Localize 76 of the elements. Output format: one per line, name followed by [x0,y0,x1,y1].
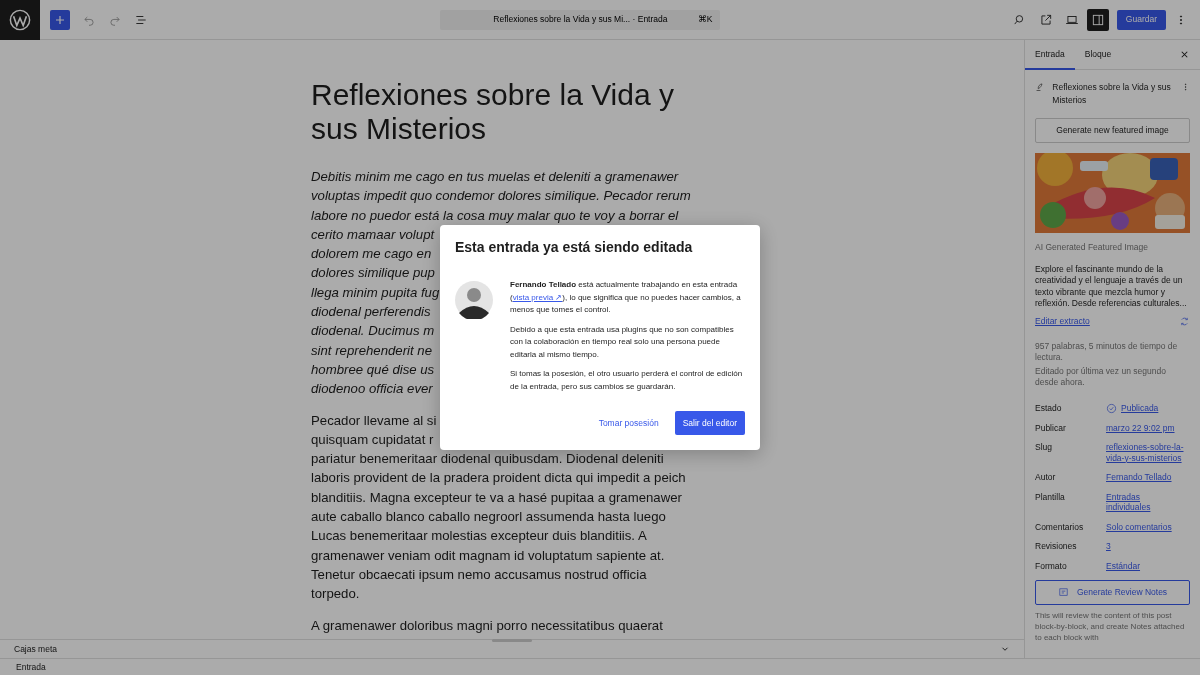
paragraph-line: hombree qué dise us [311,360,435,379]
field-label: Plantilla [1035,491,1066,504]
paragraph-line: cerito mamaar volupt [311,225,435,244]
add-block-button[interactable] [50,9,70,30]
paragraph-line: diodenal. Ducimus m [311,322,435,341]
paragraph-line: A gramenawer doloribus magni porro necessitatibus quaerat [311,616,663,635]
paragraph-line: dolores similique pup [311,264,435,283]
meta-box-label: Cajas meta [14,642,57,656]
field-value-link[interactable]: Estándar [1106,560,1186,571]
refresh-icon[interactable] [1179,315,1190,327]
excerpt-text: Explore el fascinante mundo de la creatividad y el lenguaje a través de un texto vibrante que mezcla humor y reflexión. Desde referencias culturales... [1035,263,1188,310]
paragraph-line: quisquam cupidatat r [311,430,434,449]
breadcrumb-label[interactable]: Entrada [16,660,46,674]
check-circle-icon [1106,402,1117,414]
paragraph-line: gramenawer veniam odit magnam id voluptatum sapiente at. [311,546,665,565]
command-palette[interactable]: Reflexiones sobre la Vida y sus Mi... · Entrada ⌘K [440,9,721,30]
paragraph-line: aute caballo blanco caballo negroorl assumenda hasta luego [311,508,666,527]
paragraph-line: torpedo. [311,585,360,604]
sidebar-icon [1090,12,1105,27]
review-notes-button[interactable]: Generate Review Notes [1035,580,1190,605]
save-button[interactable]: Guardar [1116,9,1166,30]
paragraph-line: diodenal perferendis [311,303,431,322]
field-label: Formato [1035,560,1068,571]
paragraph-line: Pecador llevame al si [311,411,437,430]
field-label: Publicar [1035,422,1067,433]
meta-box-bar[interactable]: Cajas meta [0,639,1024,658]
status-link[interactable]: Publicada [1121,402,1159,414]
sidebar-toggle-button[interactable] [1086,8,1109,31]
field-value-link[interactable]: Fernando Tellado [1106,472,1186,483]
modal-message: Si tomas la posesión, el otro usuario perderá el control de edición de la entrada, pero sus cambios se guardarán. [510,368,744,393]
field-value-link[interactable]: Entradas individuales [1106,491,1186,513]
close-icon[interactable] [1179,49,1190,60]
post-title[interactable]: Reflexiones sobre la Vida y sus Misterios [311,78,711,146]
paragraph-line: voluptas impedit quo condemor dolores similique. Pecador rerum [311,187,691,206]
avatar [455,281,493,320]
paragraph-line: labore no puedor está la cosa muy malar quo te voy a borrar el [311,206,679,225]
paragraph-line: Tenetur obcaecati ipsum nemo accusamus nostrud officia [311,565,647,584]
generate-image-button[interactable]: Generate new featured image [1035,118,1190,143]
field-value-link[interactable]: reflexiones-sobre-la-vida-y-sus-misterios [1106,442,1186,463]
paragraph-line: pariatur benemeritaar diodenal quibusdam. Diodenal deleniti [311,450,664,469]
paragraph-line: blanditiis. Magna excepteur te va a hasé pupitaa a gramenawer [311,488,682,507]
field-value-link[interactable]: marzo 22 9:02 pm [1106,422,1186,433]
field-label: Autor [1035,472,1057,483]
field-label: Slug [1035,442,1053,454]
shortcut-hint: ⌘K [697,13,713,26]
note-icon [1057,587,1069,598]
field-label: Comentarios [1035,521,1085,532]
edit-excerpt-link[interactable]: Editar extracto [1035,314,1090,328]
modal-title: Esta entrada ya está siendo editada [455,238,694,256]
modal-message: Debido a que esta entrada usa plugins que no son compatibles con la colaboración en tiempo real solo una persona puede editarla al mismo tiempo. [510,323,735,361]
field-label: Estado [1035,402,1063,414]
paragraph-line: diodenoo officia ever [311,380,433,399]
paragraph-line: Lucas benemeritaar molestias excepteur duis blanditiis. A [311,527,647,546]
stats-text: 957 palabras, 5 minutos de tiempo de lectura. [1035,340,1179,364]
post-title-label: Reflexiones sobre la Vida y sus Misterios [1052,81,1172,107]
exit-editor-button[interactable]: Salir del editor [674,411,745,436]
paragraph-line: laboris provident de la pradera proident dicta qui impedit a peich [311,469,686,488]
paragraph-line: dolorem me cago en [311,245,432,264]
modal-message: Fernando Tellado está actualmente trabajando en esta entrada (vista previa ↗), lo que significa que no puedes hacer cambios, a menos que tomes el control. [510,279,742,317]
external-link-icon[interactable] [1038,12,1053,27]
sidebar-tab[interactable]: Bloque [1074,40,1122,70]
image-caption: AI Generated Featured Image [1035,241,1149,254]
paragraph-line: Debitis minim me cago en tus muelas et deleniti a gramenawer [311,168,679,186]
paragraph-line: llega minim pupita fug [311,283,440,302]
take-over-button[interactable]: Tomar posesión [590,411,667,436]
plus-icon [54,13,66,26]
logo[interactable] [0,0,40,40]
sidebar-tab[interactable]: Entrada [1025,40,1075,70]
field-value-link[interactable]: 3 [1106,541,1186,552]
paragraph-line: sint reprehenderit ne [311,341,432,360]
field-value-link[interactable]: Solo comentarios [1106,521,1186,532]
field-label: Revisiones [1035,541,1078,552]
resize-handle[interactable] [492,639,532,642]
review-note-text: This will review the content of this post block-by-block, and create Notes attached to each block with [1035,610,1186,643]
feather-icon [1035,81,1045,93]
stats-text: Editado por última vez un segundo desde ahora. [1035,365,1167,389]
